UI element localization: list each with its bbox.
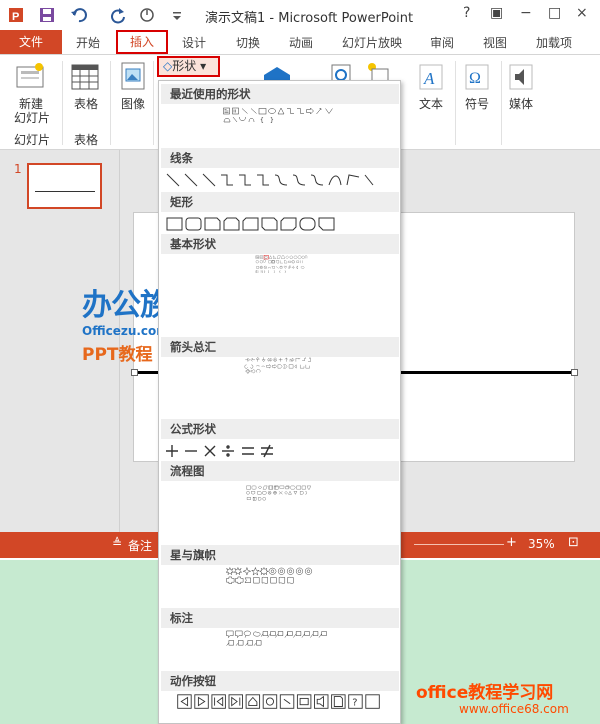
zoom-slider[interactable] xyxy=(414,544,504,545)
shapes-button-label: 形状 xyxy=(172,59,197,73)
section-equation-shapes: 公式形状 xyxy=(161,419,399,439)
symbol-icon[interactable]: Ω xyxy=(464,63,490,91)
equation-shapes-row[interactable] xyxy=(165,442,397,460)
tab-transitions[interactable]: 切换 xyxy=(236,34,260,51)
notes-icon[interactable]: ≜ xyxy=(112,536,122,550)
svg-text:}: } xyxy=(284,270,286,273)
tab-design[interactable]: 设计 xyxy=(182,34,206,51)
minimize-button[interactable]: − xyxy=(520,5,532,21)
section-stars-banners: 星与旗帜 xyxy=(161,545,399,565)
group-slides-label: 幻灯片 xyxy=(13,133,50,147)
tab-addins[interactable]: 加载项 xyxy=(536,34,572,51)
svg-text:Ω: Ω xyxy=(469,70,481,87)
tab-view[interactable]: 视图 xyxy=(483,34,507,51)
line-handle-end[interactable] xyxy=(571,369,578,376)
flowchart-grid[interactable] xyxy=(165,485,397,503)
ribbon-display-icon[interactable]: ▣ xyxy=(490,5,503,21)
window-title: 演示文稿1 - Microsoft PowerPoint xyxy=(205,11,414,26)
svg-text:P: P xyxy=(12,11,19,23)
section-recent-shapes: 最近使用的形状 xyxy=(161,84,399,104)
media-icon[interactable] xyxy=(508,63,534,91)
undo-icon[interactable] xyxy=(70,6,88,24)
section-basic-shapes: 基本形状 xyxy=(161,234,399,254)
fit-slide-icon[interactable]: ⊡ xyxy=(568,535,579,550)
new-slide-label-2[interactable]: 幻灯片 xyxy=(4,109,60,126)
slide-thumbnail[interactable] xyxy=(27,163,102,209)
svg-text:{: { xyxy=(260,117,264,124)
help-button[interactable]: ? xyxy=(463,5,470,21)
thumbnail-line xyxy=(35,191,95,192)
lines-row[interactable] xyxy=(165,171,397,189)
rectangles-row[interactable] xyxy=(165,215,397,233)
tab-review[interactable]: 审阅 xyxy=(430,34,454,51)
site-url-watermark: www.office68.com xyxy=(459,702,569,716)
site-name-watermark: office教程学习网 xyxy=(416,683,554,703)
slide-number: 1 xyxy=(14,162,22,176)
ribbon-separator xyxy=(501,61,502,145)
text-icon[interactable]: A xyxy=(418,63,444,91)
stars-banners-grid[interactable] xyxy=(165,567,397,585)
svg-text:[ ]: [ ] xyxy=(256,270,259,273)
text-label[interactable]: 文本 xyxy=(414,95,448,112)
shapes-button[interactable]: ◇形状 ▾ xyxy=(157,56,220,77)
callouts-grid[interactable] xyxy=(165,630,397,648)
tab-slideshow[interactable]: 幻灯片放映 xyxy=(342,34,402,51)
section-callouts: 标注 xyxy=(161,608,399,628)
arrows-grid[interactable] xyxy=(165,357,397,375)
tab-file[interactable]: 文件 xyxy=(0,30,62,54)
shapes-gallery: 最近使用的形状 { } 线条 矩形 基本形状 [] {} [] {} 箭… xyxy=(158,80,401,724)
group-tables-label: 表格 xyxy=(73,133,98,147)
title-bar: P 演示文稿1 - Microsoft PowerPoint ? ▣ − □ × xyxy=(0,0,600,30)
tab-animations[interactable]: 动画 xyxy=(289,34,313,51)
media-label[interactable]: 媒体 xyxy=(504,95,538,112)
svg-text:{: { xyxy=(279,270,281,273)
notes-button[interactable]: 备注 xyxy=(128,537,152,554)
section-action-buttons: 动作按钮 xyxy=(161,671,399,691)
ribbon-separator xyxy=(110,61,111,145)
redo-icon[interactable] xyxy=(108,6,126,24)
recent-shapes-row[interactable]: { } xyxy=(165,107,397,125)
svg-text:[: [ xyxy=(268,270,269,273)
shapes-icon: ◇ xyxy=(163,59,173,73)
image-label[interactable]: 图像 xyxy=(116,95,150,112)
section-rectangles: 矩形 xyxy=(161,192,399,212)
action-buttons-row[interactable]: ? xyxy=(165,693,401,711)
basic-shapes-grid[interactable]: [ ] { } [ ] { } xyxy=(165,255,399,273)
close-button[interactable]: × xyxy=(576,5,588,21)
tab-home[interactable]: 开始 xyxy=(76,34,100,51)
symbol-label[interactable]: 符号 xyxy=(460,95,494,112)
svg-text:}: } xyxy=(270,117,274,124)
section-lines: 线条 xyxy=(161,148,399,168)
line-handle-start[interactable] xyxy=(131,369,138,376)
zoom-level[interactable]: 35% xyxy=(528,537,555,551)
svg-text:?: ? xyxy=(352,698,357,709)
tab-insert[interactable]: 插入 xyxy=(116,30,168,54)
svg-text:]: ] xyxy=(274,270,275,273)
svg-text:{ }: { } xyxy=(262,270,266,273)
section-flowchart: 流程图 xyxy=(161,461,399,481)
image-icon[interactable] xyxy=(120,61,146,91)
table-label[interactable]: 表格 xyxy=(66,95,106,112)
ribbon-separator xyxy=(153,61,154,145)
section-arrows: 箭头总汇 xyxy=(161,337,399,357)
ribbon-tabs: 文件 开始 插入 设计 切换 动画 幻灯片放映 审阅 视图 加载项 xyxy=(0,30,600,54)
powerpoint-logo-icon: P xyxy=(9,8,23,23)
save-icon[interactable] xyxy=(38,6,56,24)
customize-toolbar-icon[interactable] xyxy=(168,6,186,24)
zoom-in-button[interactable]: + xyxy=(506,535,517,550)
ribbon-separator xyxy=(455,61,456,145)
new-slide-icon[interactable] xyxy=(14,61,46,93)
ribbon-separator xyxy=(62,61,63,145)
svg-text:A: A xyxy=(423,69,435,88)
maximize-button[interactable]: □ xyxy=(548,5,561,21)
table-icon[interactable] xyxy=(70,63,100,91)
slideshow-icon[interactable] xyxy=(138,6,156,24)
